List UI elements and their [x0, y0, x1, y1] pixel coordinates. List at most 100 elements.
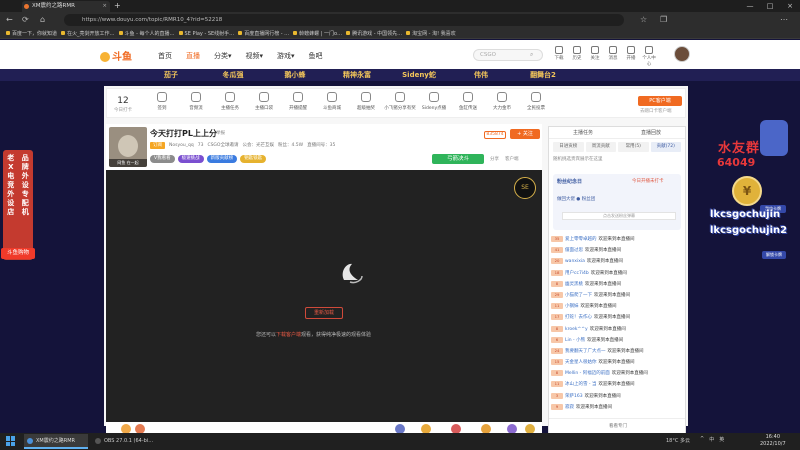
broadcast-icon[interactable]: 开播: [624, 46, 638, 67]
streamer-item[interactable]: 伟伟: [450, 69, 512, 81]
more-icon[interactable]: ⋯: [780, 15, 788, 25]
nav-category[interactable]: 分类▾: [214, 51, 232, 61]
nav-yuba[interactable]: 鱼吧: [309, 51, 323, 61]
tool-task[interactable]: 主播任务: [213, 92, 247, 111]
nav-live[interactable]: 直播: [186, 51, 200, 61]
checkin-counter[interactable]: 12 今日打卡: [113, 96, 133, 113]
unlock-cards-button[interactable]: 解锁卡牌: [762, 251, 786, 259]
streamer-item[interactable]: 精神永富: [326, 69, 388, 81]
signin-icon: [157, 92, 167, 102]
follow-icon[interactable]: 关注: [588, 46, 602, 67]
fans-danmu-input[interactable]: 点击发送粉丝弹幕: [562, 212, 676, 220]
close-tab-icon[interactable]: ×: [102, 1, 107, 12]
weather-widget[interactable]: 18°C 多云: [666, 435, 690, 447]
chat-footer[interactable]: 看看专门: [549, 418, 685, 434]
bookmark-item[interactable]: 斗鱼 - 每个人的直播…: [118, 30, 175, 37]
tool-share[interactable]: 小飞猪分享有奖: [383, 92, 417, 111]
follow-button[interactable]: + 关注: [510, 129, 540, 139]
nav-home[interactable]: 首页: [158, 51, 172, 61]
room-avatar[interactable]: 网鱼 在一起: [109, 127, 147, 167]
nav-video[interactable]: 视频▾: [246, 51, 264, 61]
taskbar-obs[interactable]: OBS 27.0.1 (64-bi…: [92, 434, 156, 449]
tab-weekly[interactable]: 周流贡献: [585, 142, 616, 152]
nav-game[interactable]: 游戏▾: [277, 51, 295, 61]
tool-remind[interactable]: 开播提醒: [281, 92, 315, 111]
streamer-item[interactable]: 鹅小蜂: [264, 69, 326, 81]
shop-badge[interactable]: 斗鱼购物: [1, 248, 35, 259]
streamer-item[interactable]: 茄子: [140, 69, 202, 81]
tool-audio[interactable]: 音频流: [179, 92, 213, 111]
url-input[interactable]: https://www.douyu.com/topic/RMR10_4?rid=…: [64, 14, 624, 26]
bookmark-item[interactable]: 百度一下，你就知道: [6, 30, 57, 37]
badge-item[interactable]: V我看看: [150, 155, 175, 163]
user-center-icon[interactable]: 个人中心: [642, 46, 656, 67]
avatar[interactable]: [674, 46, 690, 62]
fans-status[interactable]: 今日开播未打卡: [632, 178, 664, 184]
anchor-task-link[interactable]: 主播任务: [573, 127, 593, 138]
share-button[interactable]: 分享: [490, 156, 499, 162]
bet-button[interactable]: 弓箭决斗: [432, 154, 484, 164]
ime-indicator[interactable]: 中: [709, 436, 714, 443]
chat-message: 35 爱上零零卓越的 欢迎来到本直播间: [551, 234, 685, 245]
clock[interactable]: 16:40 2022/10/7: [760, 434, 786, 448]
search-icon[interactable]: ⌕: [530, 51, 533, 59]
badge-item[interactable]: 极速挑战: [177, 155, 204, 163]
douyu-logo[interactable]: 斗鱼: [100, 48, 132, 63]
tray-expand-icon[interactable]: ^: [700, 436, 704, 443]
badge-item[interactable]: 钥匙锁匙: [240, 155, 267, 163]
bookmark-item[interactable]: 在火_亮剑开放工作…: [61, 30, 115, 37]
streamer-item[interactable]: 翻舞台2: [512, 69, 574, 81]
bookmark-item[interactable]: 百度直播网行榜 - …: [238, 30, 289, 37]
task-icon: [225, 92, 235, 102]
game-category[interactable]: CSGO全球邀请: [207, 142, 238, 149]
tool-vod[interactable]: Sideny点播: [417, 92, 451, 111]
tab-contribution[interactable]: 贡献(72): [650, 142, 681, 152]
back-icon[interactable]: ←: [6, 15, 13, 25]
tool-coins[interactable]: 大力金币: [485, 92, 519, 111]
taskbar-browser[interactable]: XM震约之路RMR: [24, 434, 88, 449]
avatar-caption: 网鱼 在一起: [109, 159, 147, 167]
left-ad-banner[interactable]: 老X电竞外设店 品牌外设专配机: [3, 150, 33, 260]
close-window-icon[interactable]: ×: [780, 0, 800, 12]
new-tab-icon[interactable]: +: [114, 1, 121, 11]
client-button[interactable]: 客户端: [505, 156, 519, 162]
bookmark-item[interactable]: SE Play - SE线射手…: [178, 30, 234, 37]
streamer-name[interactable]: Nosyou_qq: [169, 142, 194, 149]
download-icon[interactable]: 下载: [552, 46, 566, 67]
tab-common[interactable]: 常用(5): [618, 142, 649, 152]
badge-item[interactable]: 新版贡献榜: [206, 155, 238, 163]
message-icon[interactable]: 消息: [606, 46, 620, 67]
bookmark-item[interactable]: 斡螃蜂螺 | 一门o…: [293, 30, 342, 37]
subscribe-tag[interactable]: 订阅: [150, 142, 165, 149]
bookmarks-bar: 百度一下，你就知道 在火_亮剑开放工作… 斗鱼 - 每个人的直播… SE Pla…: [0, 28, 800, 39]
bookmark-item[interactable]: 淘宝网 - 淘! 我喜欢: [406, 30, 456, 37]
tool-signin[interactable]: 签到: [145, 92, 179, 111]
browser-tab[interactable]: XM震约之路RMR ×: [22, 1, 110, 12]
history-icon[interactable]: 历史: [570, 46, 584, 67]
tool-vote[interactable]: 全民投票: [519, 92, 553, 111]
overlay-group-number: 64049: [717, 156, 756, 169]
maximize-icon[interactable]: □: [760, 0, 780, 12]
replay-link[interactable]: 直播回放: [641, 127, 661, 138]
report-link[interactable]: 举报: [216, 130, 225, 136]
windows-start-icon[interactable]: [6, 436, 16, 446]
reload-button[interactable]: 重新加载: [305, 307, 343, 319]
bookmark-item[interactable]: 腾讯游戏 - 中国领先…: [346, 30, 402, 37]
tool-lottery[interactable]: 超级抽奖: [349, 92, 383, 111]
pc-client-button[interactable]: PC客户端: [638, 96, 682, 106]
favorites-icon[interactable]: ☆: [640, 15, 647, 25]
collections-icon[interactable]: ❐: [660, 15, 667, 25]
pc-client-link[interactable]: 去蹭口卡客户端: [640, 108, 672, 114]
tool-shop[interactable]: 斗鱼商城: [315, 92, 349, 111]
video-player[interactable]: [106, 170, 542, 422]
tab-daily[interactable]: 日进贡榜: [553, 142, 584, 152]
tool-pocket[interactable]: 主播口袋: [247, 92, 281, 111]
home-icon[interactable]: ⌂: [40, 15, 45, 25]
tool-transfer[interactable]: 鱼缸传送: [451, 92, 485, 111]
lang-indicator[interactable]: 英: [719, 436, 724, 443]
streamer-item[interactable]: 冬瓜强: [202, 69, 264, 81]
minimize-icon[interactable]: —: [740, 0, 760, 12]
streamer-item[interactable]: Sideny蛇: [388, 69, 450, 81]
download-client-link[interactable]: 下载客户端: [276, 332, 301, 338]
refresh-icon[interactable]: ⟳: [22, 15, 29, 25]
